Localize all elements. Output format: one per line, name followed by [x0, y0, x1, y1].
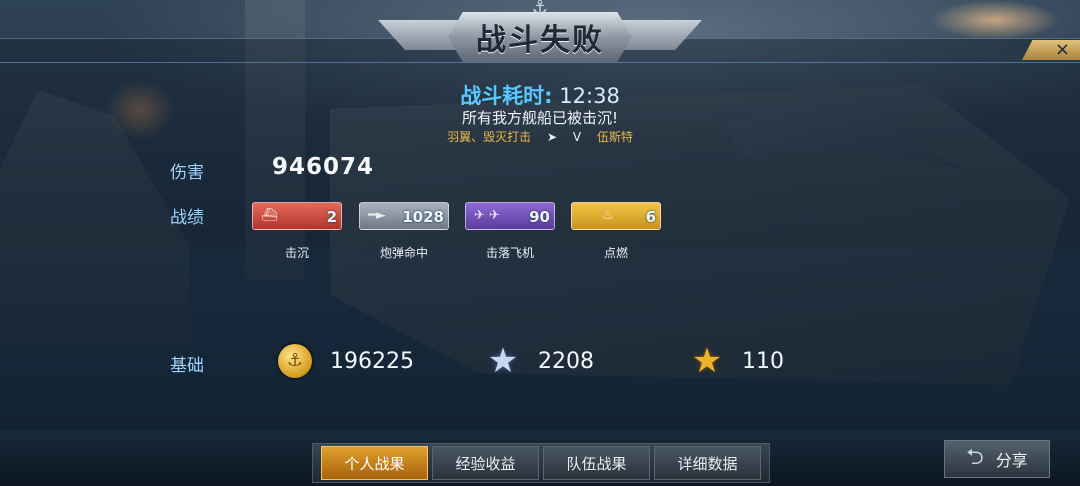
stat-card-sunk: ⛴ 2: [252, 202, 342, 230]
stat-label: 炮弹命中: [379, 246, 428, 260]
share-button[interactable]: ⮌ 分享: [944, 440, 1050, 478]
basic-label: 基础: [170, 356, 204, 376]
anchor-icon: ⚓: [531, 0, 549, 18]
stat-value: 90: [529, 208, 550, 226]
stat-label: 击沉: [284, 246, 309, 260]
share-arrow-icon: ⮌: [966, 445, 984, 470]
gold-star-icon: ★: [691, 341, 723, 381]
stat-value: 6: [645, 208, 656, 226]
coin-reward: ⚓ 196225: [278, 344, 414, 378]
stat-sunk: ⛴ 2 击沉: [252, 202, 342, 261]
battle-result-title: 战斗失败: [476, 23, 604, 58]
damage-value: 946074: [272, 154, 375, 180]
title-plate: 战斗失败: [448, 12, 632, 62]
share-label: 分享: [995, 451, 1028, 470]
battle-time-value: 12:38: [559, 84, 620, 108]
stat-card-ignite: ♨ 6: [571, 202, 661, 230]
title-badge: 战斗失败 ⚓: [378, 0, 702, 74]
stat-value: 2: [326, 208, 337, 226]
coin-icon: ⚓: [278, 344, 312, 378]
stat-ignite: ♨ 6 点燃: [571, 202, 661, 261]
subline-right: 伍斯特: [596, 130, 633, 144]
coin-value: 196225: [330, 348, 414, 374]
battle-time-label: 战斗耗时:: [460, 84, 553, 108]
stat-card-shell-hits: ━► 1028: [359, 202, 449, 230]
damage-label: 伤害: [170, 163, 204, 183]
subline-left: 羽翼、毁灭打击: [447, 130, 532, 144]
tab-personal-results[interactable]: 个人战果: [321, 446, 428, 480]
subline-mid: V: [572, 130, 582, 144]
torpedo-icon: ➤: [546, 130, 557, 144]
exp-value: 2208: [538, 348, 594, 374]
battle-time: 战斗耗时: 12:38: [0, 80, 1080, 110]
silver-star-icon: ★: [487, 341, 519, 381]
defeat-message: 所有我方舰船已被击沉!: [461, 109, 618, 127]
result-tabs: 个人战果 经验收益 队伍战果 详细数据: [312, 443, 770, 483]
stat-label: 点燃: [603, 246, 628, 260]
stat-label: 击落飞机: [485, 246, 534, 260]
distant-explosion: [930, 0, 1060, 40]
stat-value: 1028: [402, 208, 444, 226]
star-value: 110: [742, 348, 784, 374]
stat-planes-downed: ✈ ✈ 90 击落飞机: [465, 202, 555, 261]
ship-icon: ⛴: [261, 208, 278, 223]
tab-team-results[interactable]: 队伍战果: [543, 446, 650, 480]
tab-detailed-data[interactable]: 详细数据: [654, 446, 761, 480]
star-reward: ★ 110: [690, 344, 784, 378]
battle-subline: 羽翼、毁灭打击 ➤ V 伍斯特: [0, 128, 1080, 145]
plane-icon: ✈ ✈: [474, 208, 500, 223]
stat-card-planes-downed: ✈ ✈ 90: [465, 202, 555, 230]
exp-reward: ★ 2208: [486, 344, 594, 378]
record-label: 战绩: [170, 208, 204, 228]
tab-exp-gain[interactable]: 经验收益: [432, 446, 539, 480]
stat-shell-hits: ━► 1028 炮弹命中: [359, 202, 449, 261]
